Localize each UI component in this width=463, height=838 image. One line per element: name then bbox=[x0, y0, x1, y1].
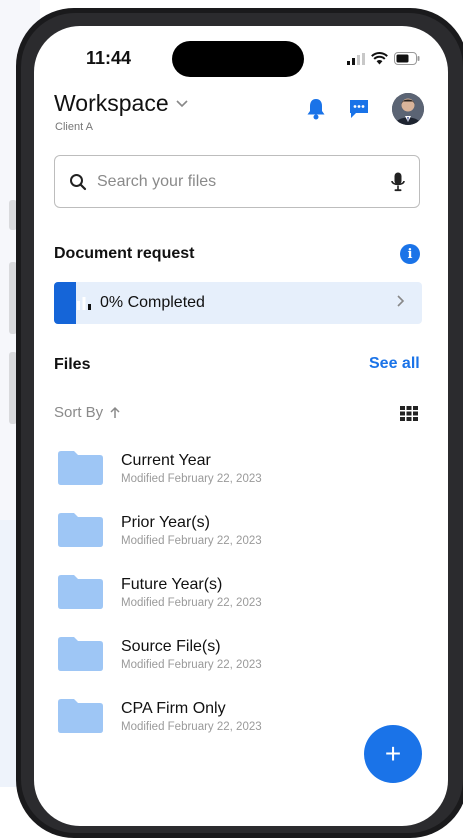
file-name: Current Year bbox=[121, 451, 211, 469]
status-icons bbox=[347, 52, 420, 65]
file-modified: Modified February 22, 2023 bbox=[121, 472, 262, 485]
folder-icon bbox=[58, 699, 103, 733]
file-row[interactable]: Prior Year(s) Modified February 22, 2023 bbox=[58, 506, 418, 554]
avatar[interactable] bbox=[392, 93, 424, 125]
dynamic-island bbox=[172, 41, 304, 77]
bar-chart-icon bbox=[77, 297, 91, 310]
file-modified: Modified February 22, 2023 bbox=[121, 534, 262, 547]
folder-icon bbox=[58, 451, 103, 485]
info-icon[interactable]: i bbox=[400, 244, 420, 264]
file-name: Future Year(s) bbox=[121, 575, 223, 593]
header-actions bbox=[306, 93, 424, 125]
file-modified: Modified February 22, 2023 bbox=[121, 596, 262, 609]
search-bar[interactable] bbox=[54, 155, 420, 208]
file-row[interactable]: CPA Firm Only Modified February 22, 2023 bbox=[58, 692, 418, 740]
folder-icon bbox=[58, 637, 103, 671]
signal-icon bbox=[347, 52, 365, 65]
document-request-progress[interactable]: 0% Completed bbox=[54, 282, 422, 324]
see-all-link[interactable]: See all bbox=[369, 355, 420, 373]
file-modified: Modified February 22, 2023 bbox=[121, 658, 262, 671]
workspace-selector[interactable]: Workspace bbox=[54, 90, 189, 117]
file-name: CPA Firm Only bbox=[121, 699, 226, 717]
bell-icon[interactable] bbox=[306, 98, 326, 120]
file-row[interactable]: Current Year Modified February 22, 2023 bbox=[58, 444, 418, 492]
progress-label: 0% Completed bbox=[100, 294, 205, 311]
add-button[interactable]: + bbox=[364, 725, 422, 783]
chevron-right-icon bbox=[397, 295, 405, 307]
file-name: Prior Year(s) bbox=[121, 513, 210, 531]
status-time: 11:44 bbox=[86, 48, 132, 68]
workspace-subtitle: Client A bbox=[55, 121, 93, 133]
file-row[interactable]: Source File(s) Modified February 22, 202… bbox=[58, 630, 418, 678]
folder-icon bbox=[58, 575, 103, 609]
progress-fill bbox=[54, 282, 77, 324]
file-row[interactable]: Future Year(s) Modified February 22, 202… bbox=[58, 568, 418, 616]
files-title: Files bbox=[54, 356, 91, 373]
file-modified: Modified February 22, 2023 bbox=[121, 720, 262, 733]
battery-icon bbox=[394, 52, 420, 65]
search-icon bbox=[70, 173, 87, 190]
file-name: Source File(s) bbox=[121, 637, 221, 655]
document-request-title: Document request bbox=[54, 245, 195, 262]
microphone-icon[interactable] bbox=[391, 172, 405, 192]
message-icon[interactable] bbox=[348, 98, 370, 120]
workspace-title: Workspace bbox=[54, 90, 169, 116]
wifi-icon bbox=[371, 52, 388, 65]
phone-screen: 11:44 Workspace Client A Search your fil… bbox=[34, 26, 448, 826]
grid-view-icon[interactable] bbox=[400, 406, 418, 421]
chevron-down-icon bbox=[176, 99, 188, 107]
sort-by-button[interactable]: Sort By bbox=[54, 404, 121, 421]
folder-icon bbox=[58, 513, 103, 547]
search-input[interactable] bbox=[95, 171, 383, 192]
sort-by-label: Sort By bbox=[54, 404, 104, 421]
arrow-up-icon bbox=[110, 406, 120, 418]
